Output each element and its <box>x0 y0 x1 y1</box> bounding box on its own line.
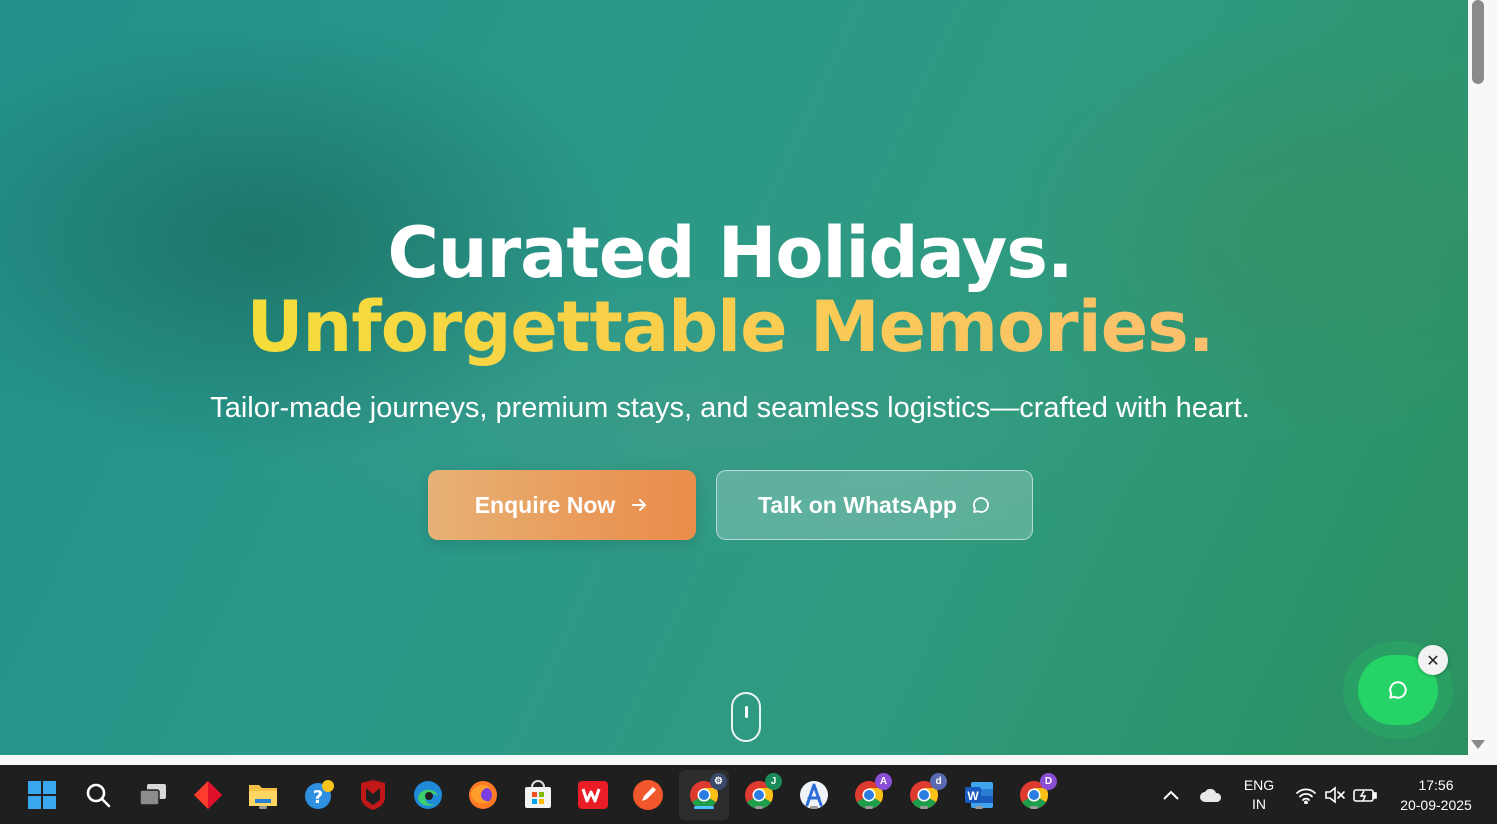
firefox-icon[interactable] <box>465 777 501 813</box>
headline-secondary-text: Unforgettable Memories. <box>246 286 1215 368</box>
arrow-right-icon <box>632 499 647 511</box>
language-indicator[interactable]: ENG IN <box>1236 776 1282 824</box>
talk-on-whatsapp-label: Talk on WhatsApp <box>758 491 957 518</box>
onedrive-cloud-icon[interactable] <box>1193 777 1229 813</box>
talk-on-whatsapp-button[interactable]: Talk on WhatsApp <box>716 470 1033 540</box>
close-whatsapp-button[interactable]: ✕ <box>1418 645 1448 675</box>
diamond-app-icon[interactable] <box>190 777 226 813</box>
profile-badge: D <box>1040 773 1057 790</box>
active-indicator <box>694 806 714 809</box>
vertical-scrollbar[interactable] <box>1468 0 1497 755</box>
start-icon[interactable] <box>24 777 60 813</box>
chrome-profile-a-icon[interactable]: A <box>851 773 892 813</box>
chrome-profile-d2-icon[interactable]: D <box>1016 773 1057 813</box>
svg-text:W: W <box>967 789 979 803</box>
word-icon[interactable]: W <box>961 777 997 813</box>
scrollbar-thumb[interactable] <box>1472 0 1484 84</box>
enquire-now-label: Enquire Now <box>474 491 616 518</box>
chrome-profile-d-icon[interactable]: d <box>906 773 947 813</box>
scroll-down-arrow-icon[interactable] <box>1471 740 1485 749</box>
chrome-profile-j-icon[interactable]: J <box>741 773 782 813</box>
battery-charging-icon[interactable] <box>1347 777 1383 813</box>
running-indicator <box>975 806 983 809</box>
scroll-wheel <box>745 706 748 718</box>
profile-badge: J <box>765 773 782 790</box>
chrome-icon[interactable]: ⚙ <box>686 773 727 813</box>
microsoft-store-icon[interactable] <box>520 777 556 813</box>
file-explorer-icon[interactable] <box>245 777 281 813</box>
language-code: ENG <box>1243 777 1275 793</box>
running-indicator <box>920 806 928 809</box>
android-studio-icon[interactable] <box>796 777 832 813</box>
hero-subtitle: Tailor-made journeys, premium stays, and… <box>210 392 1250 424</box>
headline-secondary: Unforgettable Memories. <box>0 286 1460 368</box>
whatsapp-chat-icon <box>1389 681 1407 699</box>
running-indicator <box>755 806 763 809</box>
show-hidden-icons-chevron-icon[interactable] <box>1153 777 1189 813</box>
pen-app-icon[interactable] <box>630 777 666 813</box>
hero-section: Curated Holidays. Unforgettable Memories… <box>0 0 1468 755</box>
windows-taskbar: ? ⚙ J A d W D ENG IN 17:56 20-09-2025 <box>0 765 1497 824</box>
profile-badge: ⚙ <box>710 773 727 790</box>
window-bottom-edge <box>0 755 1497 765</box>
browser-page: Curated Holidays. Unforgettable Memories… <box>0 0 1468 755</box>
running-indicator <box>865 806 873 809</box>
wps-office-icon[interactable] <box>575 777 611 813</box>
clock-time: 17:56 <box>1418 777 1454 793</box>
system-clock[interactable]: 17:56 20-09-2025 <box>1388 775 1484 824</box>
running-indicator <box>1030 806 1038 809</box>
close-icon: ✕ <box>1426 650 1440 670</box>
mcafee-icon[interactable] <box>355 777 391 813</box>
profile-badge: A <box>875 773 892 790</box>
search-icon[interactable] <box>80 777 116 813</box>
chat-bubble-icon <box>973 497 989 513</box>
running-indicator <box>810 806 818 809</box>
edge-icon[interactable] <box>410 777 446 813</box>
clock-date: 20-09-2025 <box>1400 797 1472 813</box>
running-indicator <box>259 806 267 809</box>
svg-text:?: ? <box>313 787 323 808</box>
enquire-now-button[interactable]: Enquire Now <box>428 470 696 540</box>
language-region: IN <box>1252 796 1266 812</box>
scroll-down-indicator[interactable] <box>731 692 761 742</box>
headline-primary: Curated Holidays. <box>387 212 1073 294</box>
task-view-icon[interactable] <box>135 777 171 813</box>
profile-badge: d <box>930 773 947 790</box>
get-help-icon[interactable]: ? <box>300 777 336 813</box>
